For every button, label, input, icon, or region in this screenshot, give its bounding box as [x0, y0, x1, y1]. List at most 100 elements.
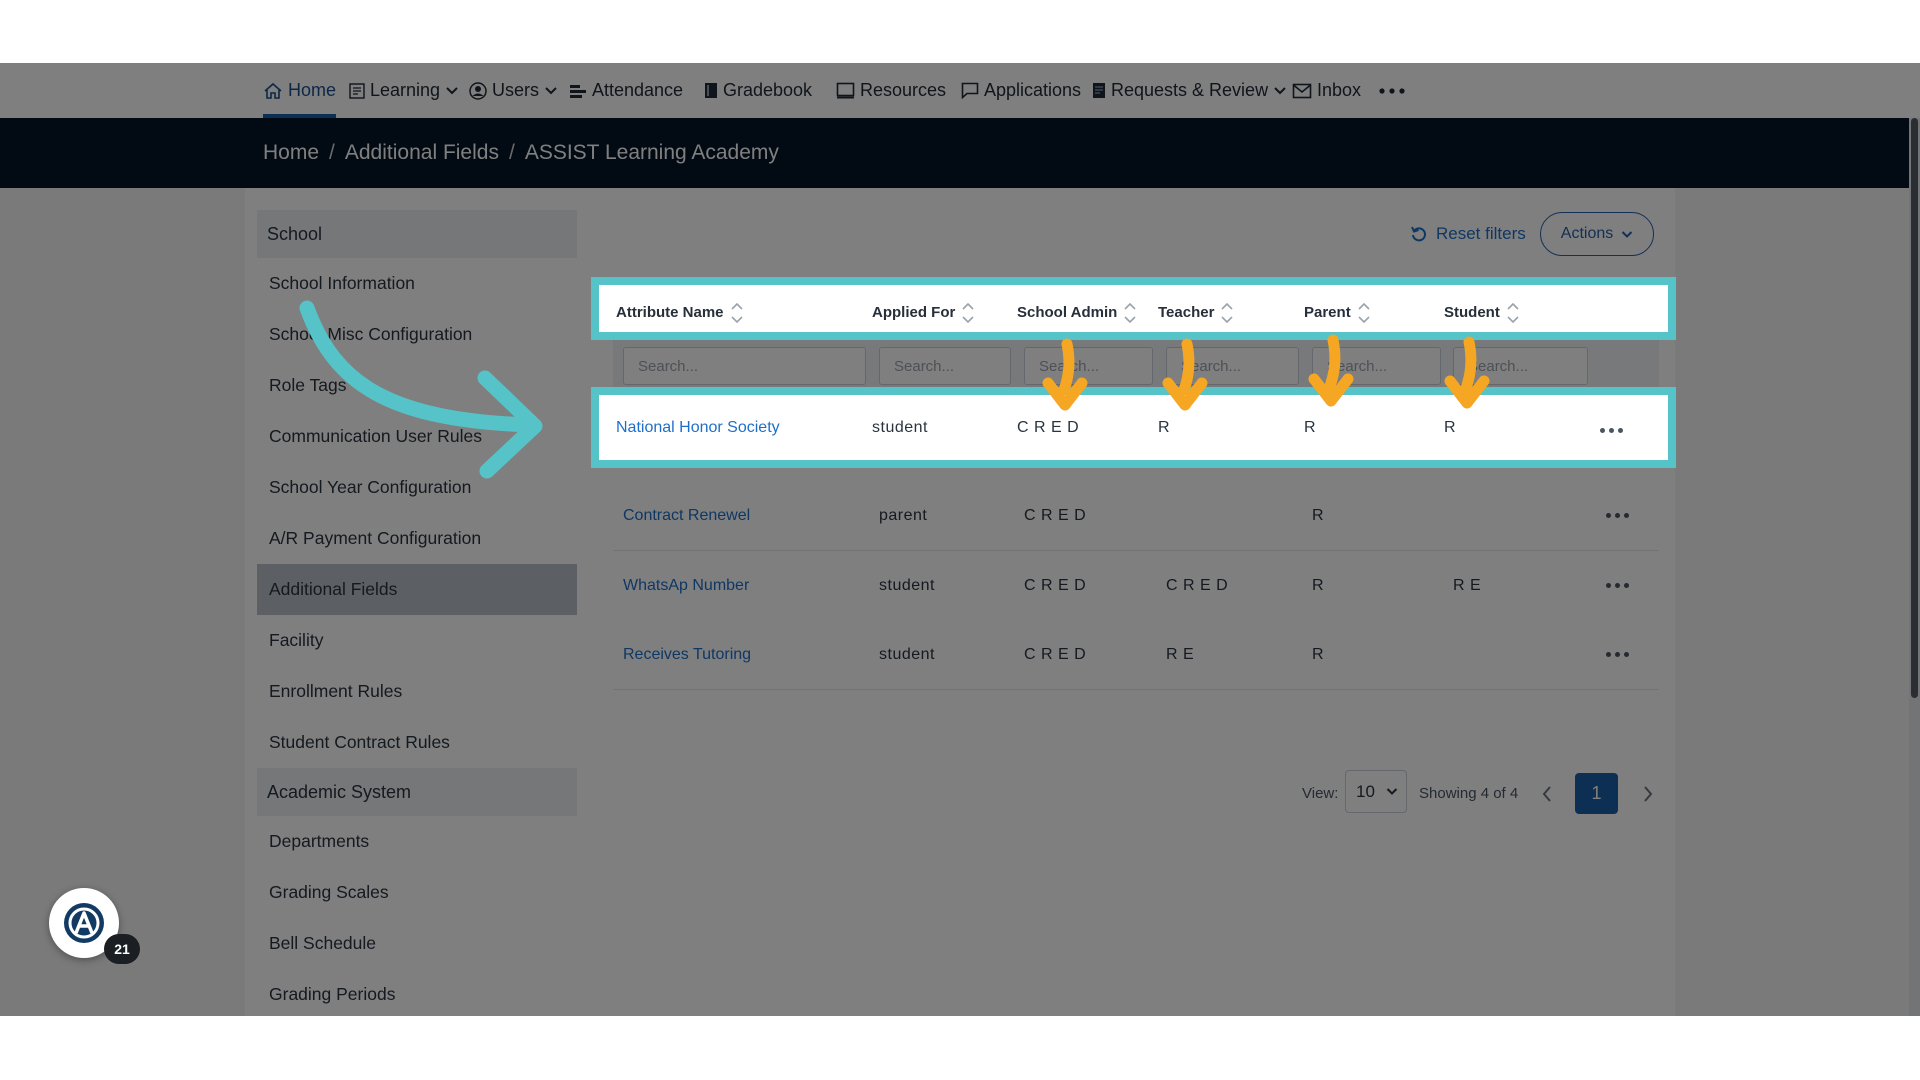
gradebook-icon — [705, 83, 717, 98]
nav-more-button[interactable] — [1378, 63, 1406, 118]
parent-cell: R — [1304, 418, 1317, 436]
column-header-teacher[interactable]: Teacher — [1158, 285, 1234, 340]
sidebar-item-role-tags[interactable]: Role Tags — [257, 360, 577, 411]
scrollbar-thumb[interactable] — [1911, 118, 1918, 698]
page-size-value: 10 — [1356, 781, 1375, 801]
sort-icon — [1124, 302, 1136, 323]
attribute-name-link[interactable]: WhatsAp Number — [623, 551, 749, 620]
filter-school-admin-input[interactable] — [1024, 347, 1153, 385]
page-scrollbar[interactable] — [1909, 118, 1920, 1016]
row-actions-button[interactable] — [1600, 395, 1623, 465]
breadcrumb: Home / Additional Fields / ASSIST Learni… — [0, 118, 1920, 188]
actions-dropdown-button[interactable]: Actions — [1540, 212, 1654, 256]
view-label: View: — [1302, 784, 1339, 802]
filter-attribute-name-input[interactable] — [623, 347, 866, 385]
assist-logo-icon — [64, 903, 104, 943]
app-frame: Home Learning Users Attendance Gradebook… — [0, 63, 1920, 1016]
filter-student-input[interactable] — [1453, 347, 1588, 385]
showing-count: Showing 4 of 4 — [1419, 784, 1519, 802]
sort-icon — [730, 302, 743, 323]
nav-applications[interactable]: Applications — [961, 63, 1081, 118]
prev-page-icon[interactable] — [1541, 785, 1553, 803]
sidebar-item-school-year-configuration[interactable]: School Year Configuration — [257, 462, 577, 513]
attribute-name-link[interactable]: Receives Tutoring — [623, 620, 751, 689]
actions-label: Actions — [1560, 225, 1614, 242]
breadcrumb-home[interactable]: Home — [263, 141, 319, 165]
column-header-label: Applied For — [872, 304, 956, 321]
home-icon — [264, 82, 282, 99]
user-icon — [469, 81, 487, 100]
nav-inbox-label: Inbox — [1317, 80, 1362, 100]
filter-parent-input[interactable] — [1312, 347, 1441, 385]
school-admin-cell: C R E D — [1024, 645, 1087, 663]
top-navigation: Home Learning Users Attendance Gradebook… — [0, 63, 1920, 118]
next-page-icon[interactable] — [1642, 785, 1654, 803]
nav-gradebook[interactable]: Gradebook — [704, 63, 812, 118]
requests-icon — [1093, 83, 1105, 98]
page-button-current[interactable]: 1 — [1575, 773, 1618, 814]
school-admin-cell: C R E D — [1024, 506, 1087, 524]
sidebar-item-ar-payment-configuration[interactable]: A/R Payment Configuration — [257, 513, 577, 564]
nav-learning-label: Learning — [370, 80, 441, 100]
filter-applied-for-input[interactable] — [879, 347, 1011, 385]
nav-users[interactable]: Users — [469, 63, 558, 118]
sidebar-item-student-contract-rules[interactable]: Student Contract Rules — [257, 717, 577, 768]
student-cell: R — [1444, 418, 1457, 436]
nav-requests-review[interactable]: Requests & Review — [1092, 63, 1287, 118]
breadcrumb-additional-fields[interactable]: Additional Fields — [345, 141, 499, 165]
highlighted-table-header: Attribute Name Applied For School Admin … — [591, 277, 1676, 340]
sidebar-item-facility[interactable]: Facility — [257, 615, 577, 666]
sidebar-item-grading-periods[interactable]: Grading Periods — [257, 969, 577, 1016]
sidebar-item-school-information[interactable]: School Information — [257, 258, 577, 309]
page-size-select[interactable]: 10 — [1345, 770, 1407, 813]
sidebar-item-enrollment-rules[interactable]: Enrollment Rules — [257, 666, 577, 717]
row-actions-button[interactable] — [1606, 551, 1629, 620]
nav-requests-label: Requests & Review — [1111, 80, 1269, 100]
nav-users-label: Users — [492, 80, 540, 100]
learning-icon — [349, 82, 365, 99]
chevron-down-icon — [1622, 230, 1633, 238]
sidebar-item-communication-user-rules[interactable]: Communication User Rules — [257, 411, 577, 462]
nav-gradebook-label: Gradebook — [723, 80, 813, 100]
column-header-applied-for[interactable]: Applied For — [872, 285, 975, 340]
nav-inbox[interactable]: Inbox — [1292, 63, 1361, 118]
nav-home[interactable]: Home — [263, 63, 337, 118]
column-header-label: Parent — [1304, 304, 1351, 321]
sidebar-item-grading-scales[interactable]: Grading Scales — [257, 867, 577, 918]
table-row: WhatsAp Number student C R E D C R E D R… — [613, 551, 1659, 621]
column-header-student[interactable]: Student — [1444, 285, 1520, 340]
sidebar-item-bell-schedule[interactable]: Bell Schedule — [257, 918, 577, 969]
attendance-icon — [570, 84, 586, 98]
more-horizontal-icon — [1379, 87, 1405, 94]
row-actions-button[interactable] — [1606, 481, 1629, 550]
inbox-icon — [1292, 83, 1312, 98]
sidebar-item-departments[interactable]: Departments — [257, 816, 577, 867]
nav-attendance[interactable]: Attendance — [569, 63, 683, 118]
reset-filters-button[interactable]: Reset filters — [1410, 214, 1526, 254]
table-row: Contract Renewel parent C R E D R — [613, 481, 1659, 551]
column-header-school-admin[interactable]: School Admin — [1017, 285, 1137, 340]
table-row: Receives Tutoring student C R E D R E R — [613, 620, 1659, 690]
settings-sidebar: School School Information School Misc Co… — [257, 210, 577, 1016]
attribute-name-link[interactable]: National Honor Society — [616, 395, 780, 460]
sidebar-group-school: School — [257, 210, 577, 258]
nav-learning[interactable]: Learning — [349, 63, 459, 118]
teacher-cell: R E — [1166, 645, 1195, 663]
attribute-name-link[interactable]: Contract Renewel — [623, 481, 750, 550]
teacher-cell: R — [1158, 418, 1171, 436]
chevron-down-icon — [1274, 86, 1286, 94]
sidebar-item-additional-fields[interactable]: Additional Fields — [257, 564, 577, 615]
nav-home-label: Home — [288, 80, 337, 100]
highlighted-table-row: National Honor Society student C R E D R… — [591, 387, 1676, 468]
column-header-attribute-name[interactable]: Attribute Name — [616, 285, 744, 340]
filter-teacher-input[interactable] — [1166, 347, 1299, 385]
applied-for-cell: student — [879, 576, 935, 594]
parent-cell: R — [1312, 506, 1325, 524]
nav-resources[interactable]: Resources — [836, 63, 946, 118]
sidebar-item-school-misc-configuration[interactable]: School Misc Configuration — [257, 309, 577, 360]
resources-icon — [836, 82, 855, 99]
sort-icon — [1358, 302, 1370, 323]
sort-icon — [1221, 302, 1233, 323]
row-actions-button[interactable] — [1606, 620, 1629, 689]
column-header-parent[interactable]: Parent — [1304, 285, 1371, 340]
